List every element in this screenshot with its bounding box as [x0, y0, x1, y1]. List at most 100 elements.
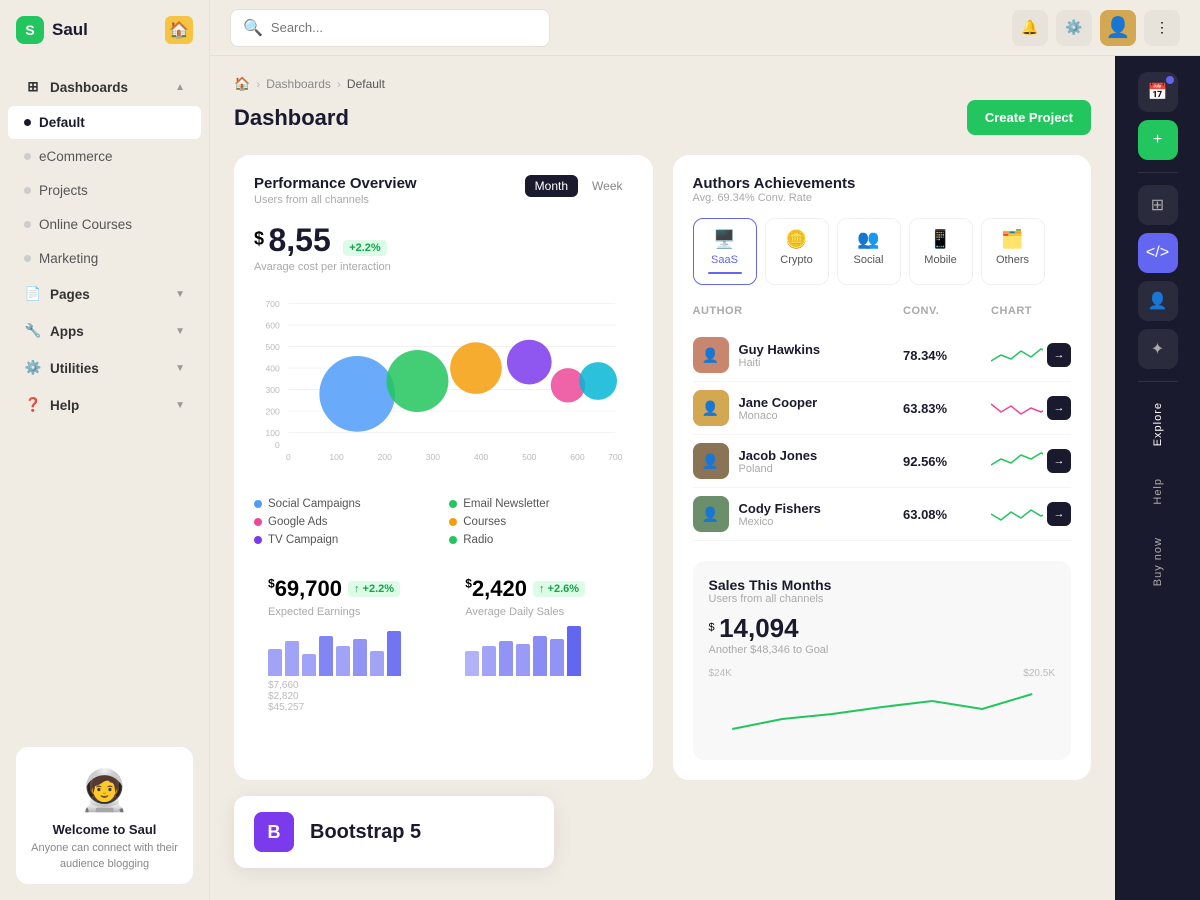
svg-text:200: 200 [378, 452, 393, 462]
rp-help-label[interactable]: Help [1152, 470, 1164, 513]
help-chevron-icon: ▼ [175, 400, 185, 411]
nav-dot-default [24, 119, 31, 126]
apps-label: Apps [50, 324, 84, 339]
pages-label: Pages [50, 287, 90, 302]
authors-table-header: AUTHOR CONV. CHART [693, 301, 1072, 321]
daily-sales-value: $2,420 [465, 576, 527, 602]
pages-icon: 📄 [24, 285, 42, 303]
tab-mobile[interactable]: 📱 Mobile [909, 218, 973, 285]
metric-display: $ 8,55 +2.2% Avarage cost per interactio… [254, 222, 633, 273]
home-icon[interactable]: 🏠 [234, 76, 250, 92]
authors-title-group: Authors Achievements Avg. 69.34% Conv. R… [693, 175, 856, 204]
author-avatar-cody: 👤 [693, 496, 729, 532]
sales-title: Sales This Months [709, 577, 1056, 593]
author-country-guy: Haiti [739, 357, 821, 369]
label-20k: $20.5K [1023, 668, 1055, 679]
author-row-guy: 👤 Guy Hawkins Haiti 78.34% [693, 329, 1072, 382]
author-avatar-guy: 👤 [693, 337, 729, 373]
rp-add-button[interactable]: + [1138, 120, 1178, 160]
sidebar-footer: 🧑‍🚀 Welcome to Saul Anyone can connect w… [0, 731, 209, 900]
legend-label-tv: TV Campaign [268, 534, 338, 546]
help-icon: ❓ [24, 396, 42, 414]
sidebar-header: S Saul 🏠 [0, 0, 209, 60]
sidebar-item-online-courses[interactable]: Online Courses [8, 208, 201, 241]
performance-subtitle: Users from all channels [254, 194, 417, 206]
rp-buy-label[interactable]: Buy now [1152, 529, 1164, 594]
user-avatar[interactable]: 👤 [1100, 10, 1136, 46]
tab-social[interactable]: 👥 Social [837, 218, 901, 285]
rp-code-button[interactable]: </> [1138, 233, 1178, 273]
tab-saas[interactable]: 🖥️ SaaS [693, 218, 757, 285]
authors-title: Authors Achievements [693, 175, 856, 192]
legend-dot-social [254, 500, 262, 508]
period-week-button[interactable]: Week [582, 175, 632, 197]
metric-number: 8,55 [268, 222, 330, 258]
svg-text:100: 100 [329, 452, 344, 462]
settings-button[interactable]: ⚙️ [1056, 10, 1092, 46]
svg-text:300: 300 [265, 385, 280, 395]
sales-this-month: Sales This Months Users from all channel… [693, 561, 1072, 760]
breadcrumb-dashboards[interactable]: Dashboards [266, 77, 331, 91]
notifications-button[interactable]: 🔔 [1012, 10, 1048, 46]
author-conv-jane: 63.83% [903, 401, 983, 416]
metric-value: $ 8,55 +2.2% [254, 238, 387, 255]
view-button-jacob[interactable]: → [1047, 449, 1071, 473]
sidebar-nav: ⊞ Dashboards ▲ Default eCommerce Project… [0, 60, 209, 731]
sidebar-item-marketing[interactable]: Marketing [8, 242, 201, 275]
tab-saas-label: SaaS [711, 254, 738, 266]
nav-label-marketing: Marketing [39, 251, 98, 266]
sidebar-item-ecommerce[interactable]: eCommerce [8, 140, 201, 173]
content-area: 🏠 › Dashboards › Default Dashboard Creat… [210, 56, 1200, 900]
svg-text:300: 300 [426, 452, 441, 462]
utilities-icon: ⚙️ [24, 359, 42, 377]
rp-settings-button[interactable]: ✦ [1138, 329, 1178, 369]
dashboard-grid: Performance Overview Users from all chan… [234, 155, 1091, 780]
topbar: 🔍 🔔 ⚙️ 👤 ⋮ [210, 0, 1200, 56]
author-conv-guy: 78.34% [903, 348, 983, 363]
view-button-guy[interactable]: → [1047, 343, 1071, 367]
pages-chevron-icon: ▼ [175, 289, 185, 300]
sales-goal: Another $48,346 to Goal [709, 644, 1056, 656]
menu-button[interactable]: ⋮ [1144, 10, 1180, 46]
legend-label-social: Social Campaigns [268, 498, 361, 510]
sidebar-toggle-button[interactable]: 🏠 [165, 16, 193, 44]
saas-underline [708, 272, 742, 274]
period-month-button[interactable]: Month [525, 175, 578, 197]
sidebar-item-projects[interactable]: Projects [8, 174, 201, 207]
author-avatar-jane: 👤 [693, 390, 729, 426]
author-info-jane: 👤 Jane Cooper Monaco [693, 390, 896, 426]
rp-user-button[interactable]: 👤 [1138, 281, 1178, 321]
author-info-jacob: 👤 Jacob Jones Poland [693, 443, 896, 479]
search-input[interactable] [271, 20, 537, 35]
sidebar-section-dashboards[interactable]: ⊞ Dashboards ▲ [8, 69, 201, 105]
sidebar: S Saul 🏠 ⊞ Dashboards ▲ Default eCommerc… [0, 0, 210, 900]
tab-social-label: Social [854, 254, 884, 266]
author-details-cody: Cody Fishers Mexico [739, 501, 821, 528]
tab-mobile-label: Mobile [924, 254, 956, 266]
sidebar-section-utilities[interactable]: ⚙️ Utilities ▼ [8, 350, 201, 386]
view-button-jane[interactable]: → [1047, 396, 1071, 420]
rp-explore-label[interactable]: Explore [1152, 394, 1164, 454]
page-title: Dashboard [234, 105, 349, 131]
sidebar-item-default[interactable]: Default [8, 106, 201, 139]
page-header: Dashboard Create Project [234, 100, 1091, 135]
search-box[interactable]: 🔍 [230, 9, 550, 47]
author-chart-jane: → [991, 396, 1071, 420]
astronaut-illustration: 🧑‍🚀 [28, 767, 181, 814]
legend-label-google: Google Ads [268, 516, 327, 528]
utilities-chevron-icon: ▼ [175, 363, 185, 374]
nav-label-default: Default [39, 115, 85, 130]
create-project-button[interactable]: Create Project [967, 100, 1091, 135]
rp-calendar-button[interactable]: 📅 [1138, 72, 1178, 112]
col-chart: CHART [991, 305, 1071, 317]
sidebar-section-pages[interactable]: 📄 Pages ▼ [8, 276, 201, 312]
authors-subtitle: Avg. 69.34% Conv. Rate [693, 192, 856, 204]
legend-label-radio: Radio [463, 534, 493, 546]
tab-crypto[interactable]: 🪙 Crypto [765, 218, 829, 285]
sidebar-section-help[interactable]: ❓ Help ▼ [8, 387, 201, 423]
tab-others[interactable]: 🗂️ Others [981, 218, 1045, 285]
sidebar-section-apps[interactable]: 🔧 Apps ▼ [8, 313, 201, 349]
rp-grid-button[interactable]: ⊞ [1138, 185, 1178, 225]
view-button-cody[interactable]: → [1047, 502, 1071, 526]
author-info-cody: 👤 Cody Fishers Mexico [693, 496, 896, 532]
